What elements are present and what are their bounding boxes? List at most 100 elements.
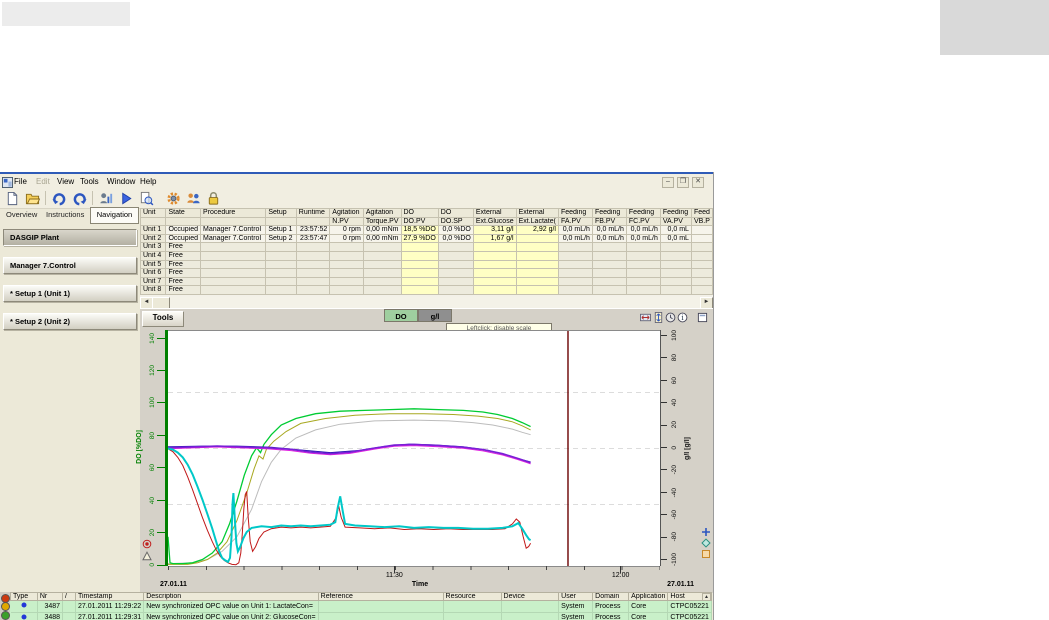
unit-cell[interactable]: [659, 259, 692, 270]
log-header-application[interactable]: Application: [628, 592, 669, 601]
unit-table-header[interactable]: FB.PV: [591, 216, 627, 227]
unit-cell[interactable]: [625, 276, 661, 287]
unit-cell[interactable]: [329, 285, 364, 295]
unit-cell[interactable]: [437, 276, 474, 287]
unit-cell[interactable]: [362, 250, 402, 261]
unit-cell[interactable]: [400, 242, 439, 252]
tab-navigation[interactable]: Navigation: [90, 207, 139, 224]
unit-cell[interactable]: Unit 7: [140, 276, 167, 287]
info-icon[interactable]: i: [677, 310, 688, 323]
log-cell[interactable]: System: [558, 600, 594, 613]
unit-table-header[interactable]: External: [515, 208, 559, 218]
unit-cell[interactable]: [472, 259, 517, 270]
unit-cell[interactable]: [659, 285, 692, 295]
log-cell[interactable]: 3487: [37, 600, 64, 613]
unit-cell[interactable]: 0,0 mL/h: [625, 225, 661, 235]
unit-table-header[interactable]: Ext.Lactate(: [515, 216, 559, 227]
unit-cell[interactable]: Free: [165, 259, 202, 270]
unit-table-header[interactable]: DO.PV: [400, 216, 439, 227]
unit-cell[interactable]: [515, 276, 559, 287]
unit-cell[interactable]: 0 rpm: [329, 233, 364, 244]
log-header-type[interactable]: Type: [10, 592, 38, 601]
log-header-resource[interactable]: Resource: [442, 592, 502, 601]
unit-cell[interactable]: Manager 7.Control: [200, 225, 267, 235]
record-icon[interactable]: [142, 536, 152, 549]
unit-table-header[interactable]: External: [472, 208, 517, 218]
unit-cell[interactable]: [515, 285, 559, 295]
unit-cell[interactable]: Occupied: [165, 233, 202, 244]
unit-cell[interactable]: [400, 276, 439, 287]
unit-cell[interactable]: [400, 285, 439, 295]
alarm-icon[interactable]: [142, 548, 152, 561]
unit-table-header[interactable]: FC.PV: [625, 216, 661, 227]
unit-cell[interactable]: [659, 250, 692, 261]
unit-cell[interactable]: [472, 242, 517, 252]
start-icon[interactable]: [119, 191, 134, 206]
unit-cell[interactable]: Setup 2: [265, 233, 297, 244]
unit-cell[interactable]: [265, 268, 297, 278]
undo-icon[interactable]: [52, 191, 67, 206]
unit-cell[interactable]: [690, 285, 713, 295]
log-cell[interactable]: 3488: [37, 612, 64, 620]
menu-file[interactable]: File: [14, 176, 27, 187]
unit-cell[interactable]: [472, 285, 517, 295]
unit-cell[interactable]: [690, 242, 713, 252]
unit-cell[interactable]: [265, 285, 297, 295]
unit-table-header[interactable]: Feeding: [625, 208, 661, 218]
log-cell[interactable]: System: [558, 612, 594, 620]
redo-icon[interactable]: [72, 191, 87, 206]
unit-cell[interactable]: [400, 259, 439, 270]
unit-table-header[interactable]: Runtime: [295, 208, 331, 218]
unit-table-header[interactable]: VB.P: [690, 216, 713, 227]
unit-cell[interactable]: 0,0 %DO: [437, 225, 474, 235]
open-icon[interactable]: [25, 191, 41, 206]
unit-cell[interactable]: 2,92 g/l: [515, 225, 559, 235]
unit-cell[interactable]: [295, 276, 331, 287]
unit-cell[interactable]: [472, 250, 517, 261]
unit-cell[interactable]: [362, 285, 402, 295]
unit-cell[interactable]: [200, 259, 267, 270]
unit-cell[interactable]: 23:57:52: [295, 225, 331, 235]
log-header-nr[interactable]: Nr: [36, 592, 64, 601]
log-header-description[interactable]: Description: [143, 592, 319, 601]
menu-help[interactable]: Help: [140, 176, 156, 187]
unit-table-header[interactable]: [265, 216, 297, 227]
unit-cell[interactable]: [625, 250, 661, 261]
log-cell[interactable]: [501, 612, 560, 620]
menu-window[interactable]: Window: [107, 176, 135, 187]
unit-cell[interactable]: 0,0 %DO: [437, 233, 474, 244]
users-icon[interactable]: [186, 191, 201, 206]
unit-cell[interactable]: [295, 259, 331, 270]
unit-cell[interactable]: Unit 1: [140, 225, 167, 235]
log-header-sort[interactable]: /: [62, 592, 76, 601]
unit-cell[interactable]: [557, 268, 593, 278]
unit-cell[interactable]: Free: [165, 285, 202, 295]
unit-cell[interactable]: [362, 268, 402, 278]
unit-cell[interactable]: [557, 259, 593, 270]
log-header-reference[interactable]: Reference: [317, 592, 444, 601]
unit-cell[interactable]: 23:57:47: [295, 233, 331, 244]
blue-dot-icon[interactable]: [10, 612, 38, 620]
unit-table-header[interactable]: N.PV: [329, 216, 364, 227]
unit-cell[interactable]: 1,67 g/l: [472, 233, 517, 244]
unit-cell[interactable]: 0,0 mL/h: [591, 225, 627, 235]
unit-cell[interactable]: [437, 268, 474, 278]
unit-cell[interactable]: [690, 250, 713, 261]
unit-cell[interactable]: Unit 2: [140, 233, 167, 244]
unit-cell[interactable]: [329, 276, 364, 287]
unit-cell[interactable]: [265, 242, 297, 252]
unit-cell[interactable]: [329, 242, 364, 252]
unit-cell[interactable]: [362, 276, 402, 287]
unit-cell[interactable]: Unit 3: [140, 242, 167, 252]
unit-cell[interactable]: [591, 276, 627, 287]
square-icon[interactable]: [701, 546, 711, 558]
unit-cell[interactable]: [557, 276, 593, 287]
new-icon[interactable]: [5, 191, 20, 206]
minimize-button[interactable]: –: [662, 177, 674, 188]
unit-cell[interactable]: [591, 242, 627, 252]
unit-cell[interactable]: Occupied: [165, 225, 202, 235]
unit-cell[interactable]: Free: [165, 242, 202, 252]
unit-table-header[interactable]: Unit: [140, 208, 167, 218]
unit-cell[interactable]: Unit 8: [140, 285, 167, 295]
unit-cell[interactable]: [295, 268, 331, 278]
